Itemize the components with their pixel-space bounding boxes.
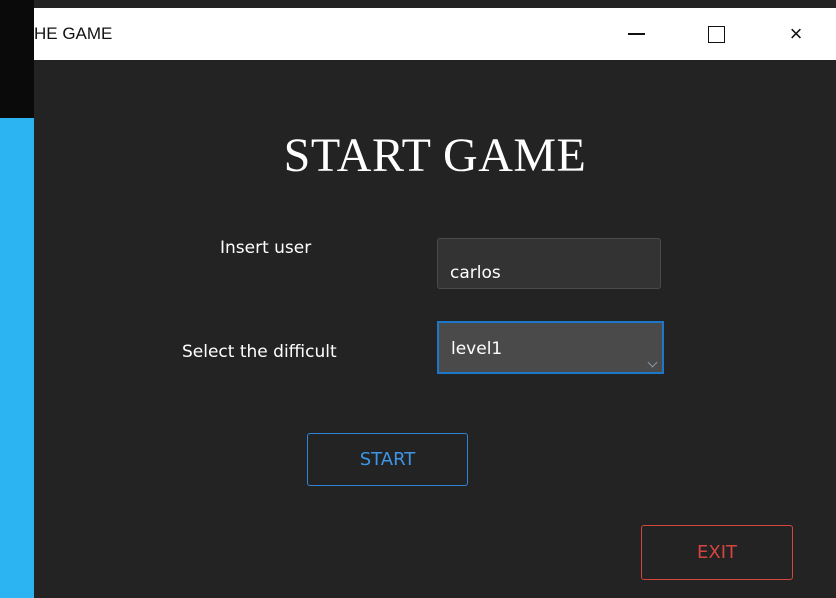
minimize-button[interactable] [596, 8, 676, 60]
difficulty-label: Select the difficult [182, 342, 337, 362]
user-label: Insert user [220, 238, 312, 258]
user-input[interactable] [437, 238, 661, 289]
chevron-down-icon[interactable] [647, 357, 658, 368]
close-button[interactable]: × [756, 8, 836, 60]
desktop-side-panel [0, 118, 34, 598]
game-window: HE GAME × START GAME Insert user Select … [34, 0, 836, 598]
exit-button[interactable]: EXIT [641, 525, 793, 580]
close-icon: × [789, 21, 803, 46]
screen: HE GAME × START GAME Insert user Select … [0, 0, 836, 598]
title-bar[interactable]: HE GAME × [34, 8, 836, 60]
page-title: START GAME [283, 129, 587, 182]
difficulty-selected-value: level1 [451, 339, 503, 359]
window-title: HE GAME [34, 24, 113, 43]
maximize-icon [707, 25, 725, 43]
difficulty-select[interactable]: level1 [437, 321, 664, 374]
maximize-button[interactable] [676, 8, 756, 60]
start-button[interactable]: START [307, 433, 468, 486]
minimize-icon [627, 33, 645, 35]
